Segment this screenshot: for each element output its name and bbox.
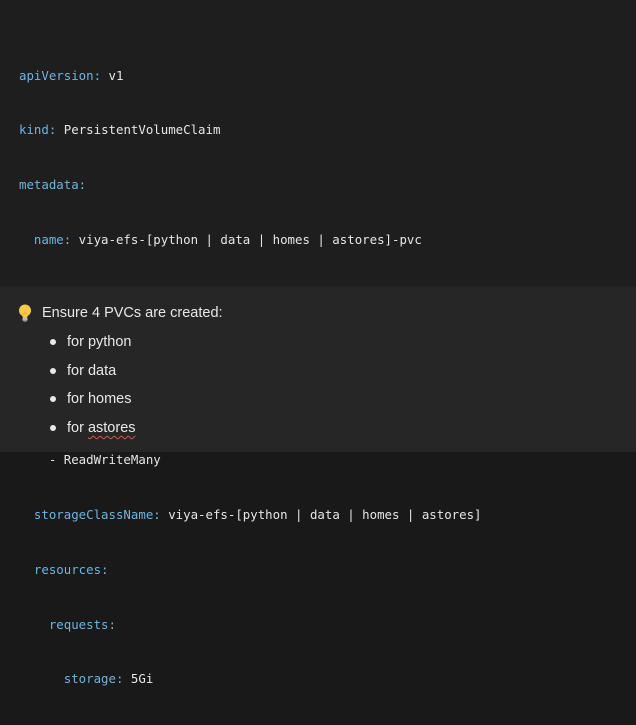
list-item-word: homes: [87, 391, 132, 408]
code-line: name: viya-efs-[python | data | homes | …: [19, 231, 482, 249]
yaml-key: name:: [19, 232, 72, 248]
yaml-value: v1: [101, 67, 124, 83]
code-line: kind: PersistentVolumeClaim: [19, 121, 482, 139]
spellcheck-word: astores: [87, 420, 136, 437]
yaml-key: metadata:: [19, 177, 87, 193]
yaml-value: - ReadWriteMany: [19, 451, 161, 467]
code-line: storageClassName: viya-efs-[python | dat…: [19, 506, 482, 524]
code-line: - ReadWriteMany: [19, 451, 482, 469]
list-item-word: python: [87, 334, 132, 350]
list-item: for astores: [50, 418, 136, 447]
code-line: metadata:: [19, 176, 482, 194]
list-item: for homes: [50, 389, 136, 418]
yaml-value: viya-efs-[python | data | homes | astore…: [160, 506, 482, 522]
list-item: for data: [50, 361, 136, 390]
bullet-dot: [50, 396, 56, 403]
bullet-dot: [50, 425, 56, 432]
yaml-key: resources:: [19, 561, 109, 577]
yaml-value: PersistentVolumeClaim: [56, 122, 221, 138]
list-item-word: data: [87, 362, 117, 379]
code-line: storage: 5Gi: [19, 670, 482, 688]
list-item-prefix: for: [67, 420, 88, 437]
lightbulb-icon: [19, 304, 31, 322]
yaml-key: requests:: [19, 616, 116, 632]
yaml-key: storage:: [19, 671, 124, 687]
yaml-key: apiVersion:: [19, 67, 102, 83]
yaml-value: 5Gi: [123, 671, 154, 687]
code-line: resources:: [19, 561, 482, 579]
list-item-prefix: for: [67, 391, 88, 408]
bullet-dot: [50, 367, 56, 374]
list-item-prefix: for: [67, 334, 88, 350]
code-line: apiVersion: v1: [19, 67, 482, 85]
yaml-key: storageClassName:: [19, 506, 161, 522]
pvc-list: for python for data for homes for astore…: [50, 332, 136, 447]
code-block: apiVersion: v1 kind: PersistentVolumeCla…: [0, 0, 636, 686]
yaml-value: viya-efs-[python | data | homes | astore…: [71, 232, 422, 248]
list-item-prefix: for: [67, 362, 88, 379]
bullet-dot: [50, 339, 56, 345]
code-line: requests:: [19, 616, 482, 634]
callout-title: Ensure 4 PVCs are created:: [42, 305, 223, 321]
list-item: for python: [50, 332, 136, 361]
yaml-key: kind:: [19, 122, 57, 138]
